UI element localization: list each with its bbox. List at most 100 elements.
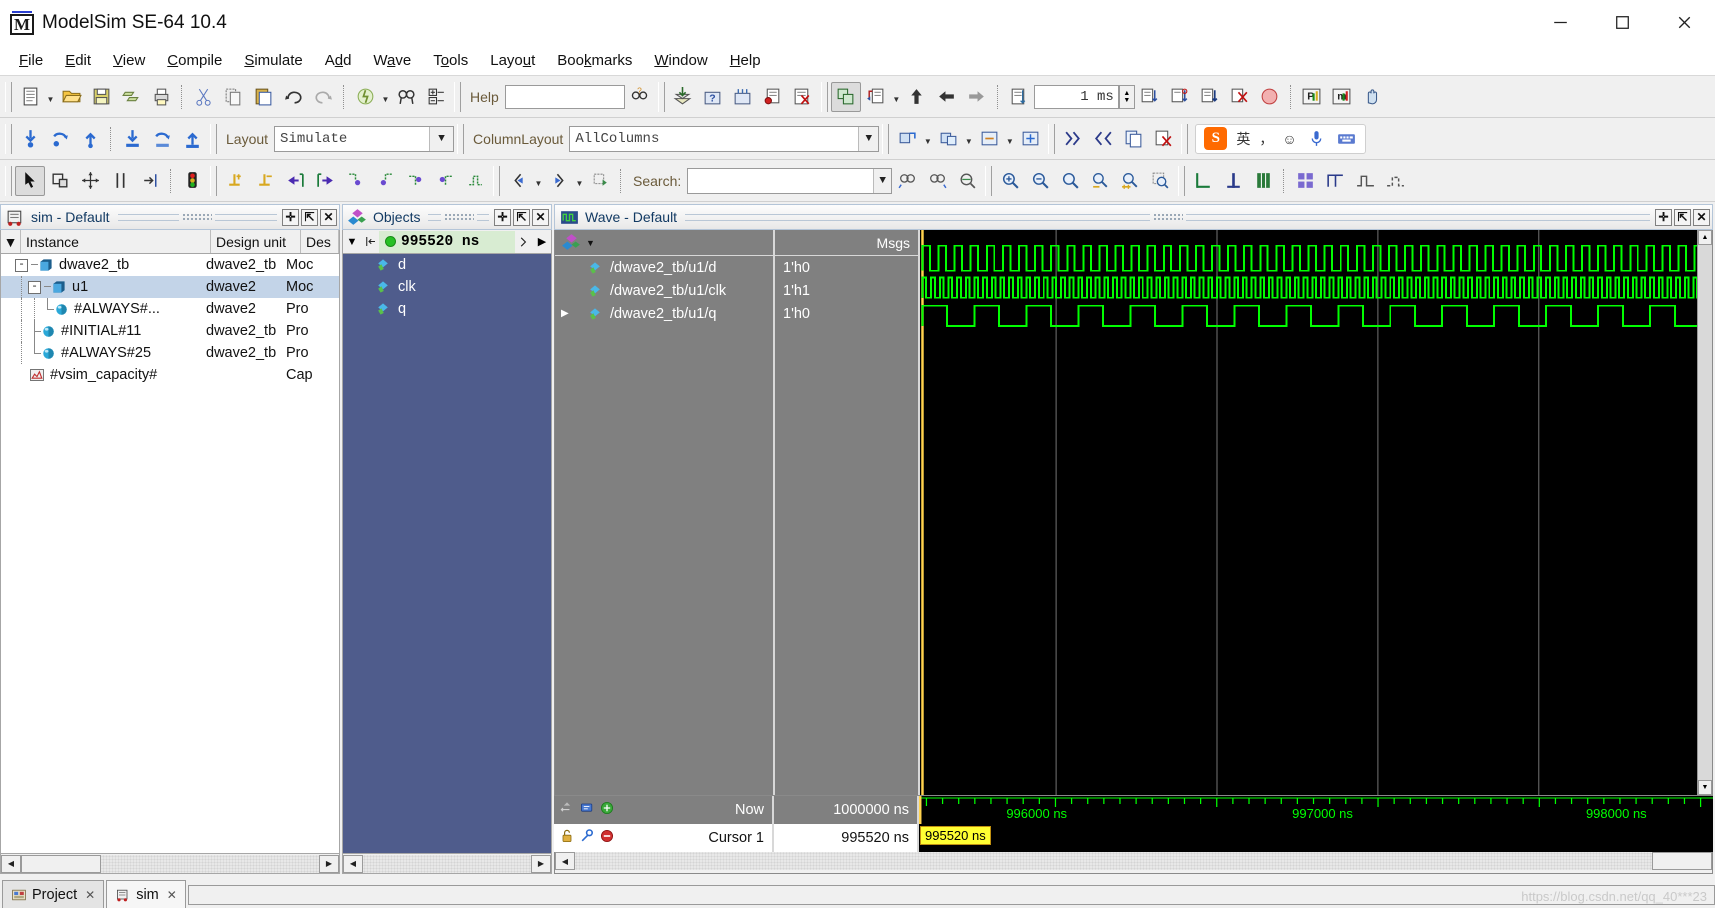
wave-panel-dock-button[interactable]: ✛ [1655, 208, 1673, 226]
help-input[interactable] [504, 84, 625, 109]
objects-horizontal-scrollbar[interactable]: ◀ ▶ [342, 854, 552, 874]
zoom-select-icon[interactable] [45, 166, 75, 196]
wave-align-left-icon[interactable] [1188, 166, 1218, 196]
restart-icon[interactable] [1004, 82, 1034, 112]
simulate-restart-icon[interactable] [728, 82, 758, 112]
remove-cursor-icon[interactable] [250, 166, 280, 196]
search-marker-icon[interactable] [585, 166, 615, 196]
sim-horizontal-scrollbar[interactable]: ◀ ▶ [0, 854, 340, 874]
cursor-delete-icon[interactable] [599, 828, 615, 848]
scroll-left-icon[interactable]: ◀ [555, 852, 575, 870]
simulate-icon[interactable]: ? [698, 82, 728, 112]
stop-icon[interactable] [1255, 82, 1285, 112]
now-marker-icon[interactable] [559, 800, 575, 820]
toolbar-grip[interactable] [454, 81, 461, 112]
cursor-time-tag[interactable]: 995520 ns [920, 826, 991, 845]
menu-tools[interactable]: Tools [422, 50, 479, 71]
sim-col-design-unit[interactable]: Design unit [211, 230, 301, 253]
table-row[interactable]: #INITIAL#11 dwave2_tb Pro [1, 320, 339, 342]
table-row[interactable]: #ALWAYS#25 dwave2_tb Pro [1, 342, 339, 364]
wave-delete-icon[interactable] [1148, 124, 1178, 154]
menu-window[interactable]: Window [643, 50, 718, 71]
menu-edit[interactable]: Edit [54, 50, 102, 71]
open-folder-icon[interactable] [56, 82, 86, 112]
table-row[interactable]: #ALWAYS#... dwave2 Pro [1, 298, 339, 320]
list-item[interactable]: d [343, 254, 551, 276]
wave-grid-icon[interactable] [1290, 166, 1320, 196]
columnlayout-combo[interactable]: AllColumns ▼ [569, 125, 880, 152]
sim-col-design-type[interactable]: Des [301, 230, 339, 253]
chevron-down-icon[interactable]: ▼ [429, 126, 454, 151]
wave-horizontal-scrollbar[interactable]: ◀ [554, 852, 1713, 874]
wave-analog-icon[interactable] [1380, 166, 1410, 196]
chevron-down-icon[interactable]: ▼ [586, 238, 595, 248]
zoom-range-icon[interactable] [1115, 166, 1145, 196]
zoom-region-icon[interactable] [1145, 166, 1175, 196]
maximize-button[interactable] [1591, 0, 1653, 45]
chevron-down-icon[interactable]: ▼ [963, 124, 974, 154]
help-search-icon[interactable]: ? [625, 82, 655, 112]
objects-list[interactable]: d clk q [342, 254, 552, 854]
scroll-down-icon[interactable]: ▼ [1698, 780, 1712, 795]
wave-signal-names[interactable]: ▼ /dwave2_tb/u1/d /dwave2_tb/u1/clk ▶ /d… [555, 230, 773, 795]
chevron-down-icon[interactable]: ▼ [1004, 124, 1015, 154]
new-file-dropdown-icon[interactable]: ▼ [45, 82, 56, 112]
menu-compile[interactable]: Compile [156, 50, 233, 71]
search-next-icon[interactable] [544, 166, 574, 196]
wave-zoom-group-icon[interactable] [892, 124, 922, 154]
close-button[interactable] [1653, 0, 1715, 45]
search-input[interactable] [693, 171, 874, 190]
expander-icon[interactable]: - [15, 258, 28, 272]
wave-config-icon[interactable] [561, 232, 582, 253]
toolbar-grip[interactable] [493, 165, 500, 196]
wave-step-icon[interactable] [1320, 166, 1350, 196]
wave-signal-row[interactable]: /dwave2_tb/u1/d [555, 256, 773, 279]
menu-view[interactable]: View [102, 50, 156, 71]
paste-icon[interactable] [248, 82, 278, 112]
toolbar-grip[interactable] [210, 123, 217, 154]
prev-transition-icon[interactable] [280, 166, 310, 196]
find-rising-edge-icon[interactable] [430, 166, 460, 196]
compile-dropdown-icon[interactable]: ▼ [380, 82, 391, 112]
save-icon[interactable] [86, 82, 116, 112]
menu-simulate[interactable]: Simulate [233, 50, 313, 71]
continue-run-icon[interactable] [1165, 82, 1195, 112]
chevron-down-icon[interactable]: ▼ [873, 168, 892, 193]
zoom-in-icon[interactable] [995, 166, 1025, 196]
tab-sim[interactable]: sim ✕ [106, 880, 186, 908]
toolbar-grip[interactable] [210, 165, 217, 196]
cut-icon[interactable] [188, 82, 218, 112]
table-row[interactable]: - dwave2_tb dwave2_tb Moc [1, 254, 339, 276]
scroll-left-icon[interactable]: ◀ [343, 854, 363, 873]
run-length-spinner[interactable]: ▲ ▼ [1118, 84, 1135, 109]
toolbar-grip[interactable] [5, 81, 12, 112]
traffic-light-icon[interactable] [177, 166, 207, 196]
menu-bookmarks[interactable]: Bookmarks [546, 50, 643, 71]
run-icon[interactable] [1135, 82, 1165, 112]
list-item[interactable]: clk [343, 276, 551, 298]
expand-collapse-icon[interactable] [421, 82, 451, 112]
zoom-full-icon[interactable] [1055, 166, 1085, 196]
zoom-cursor-icon[interactable] [1085, 166, 1115, 196]
chevron-down-icon[interactable]: ▼ [533, 166, 544, 196]
toolbar-grip[interactable] [457, 123, 465, 154]
expander-icon[interactable]: ▶ [561, 308, 569, 319]
toolbar-grip[interactable] [1048, 123, 1056, 154]
now-flag-icon[interactable] [579, 800, 595, 820]
ime-keyboard-icon[interactable] [1336, 128, 1357, 149]
search-options-icon[interactable] [952, 166, 982, 196]
search-combo[interactable]: ▼ [687, 167, 893, 194]
tab-close-icon[interactable]: ✕ [85, 888, 95, 902]
toolbar-grip[interactable] [820, 81, 828, 112]
scroll-left-icon[interactable]: ◀ [1, 854, 21, 873]
undo-icon[interactable] [278, 82, 308, 112]
step-dropdown-icon[interactable]: ▼ [891, 82, 902, 112]
toolbar-grip[interactable] [5, 165, 12, 196]
run-all-icon[interactable] [1195, 82, 1225, 112]
profile-icon[interactable]: P [1297, 82, 1327, 112]
expander-icon[interactable]: - [28, 280, 41, 294]
scroll-right-icon[interactable]: ▶ [531, 854, 551, 873]
compile-icon[interactable] [350, 82, 380, 112]
redo-icon[interactable] [308, 82, 338, 112]
wave-signal-row[interactable]: ▶ /dwave2_tb/u1/q [555, 302, 773, 325]
